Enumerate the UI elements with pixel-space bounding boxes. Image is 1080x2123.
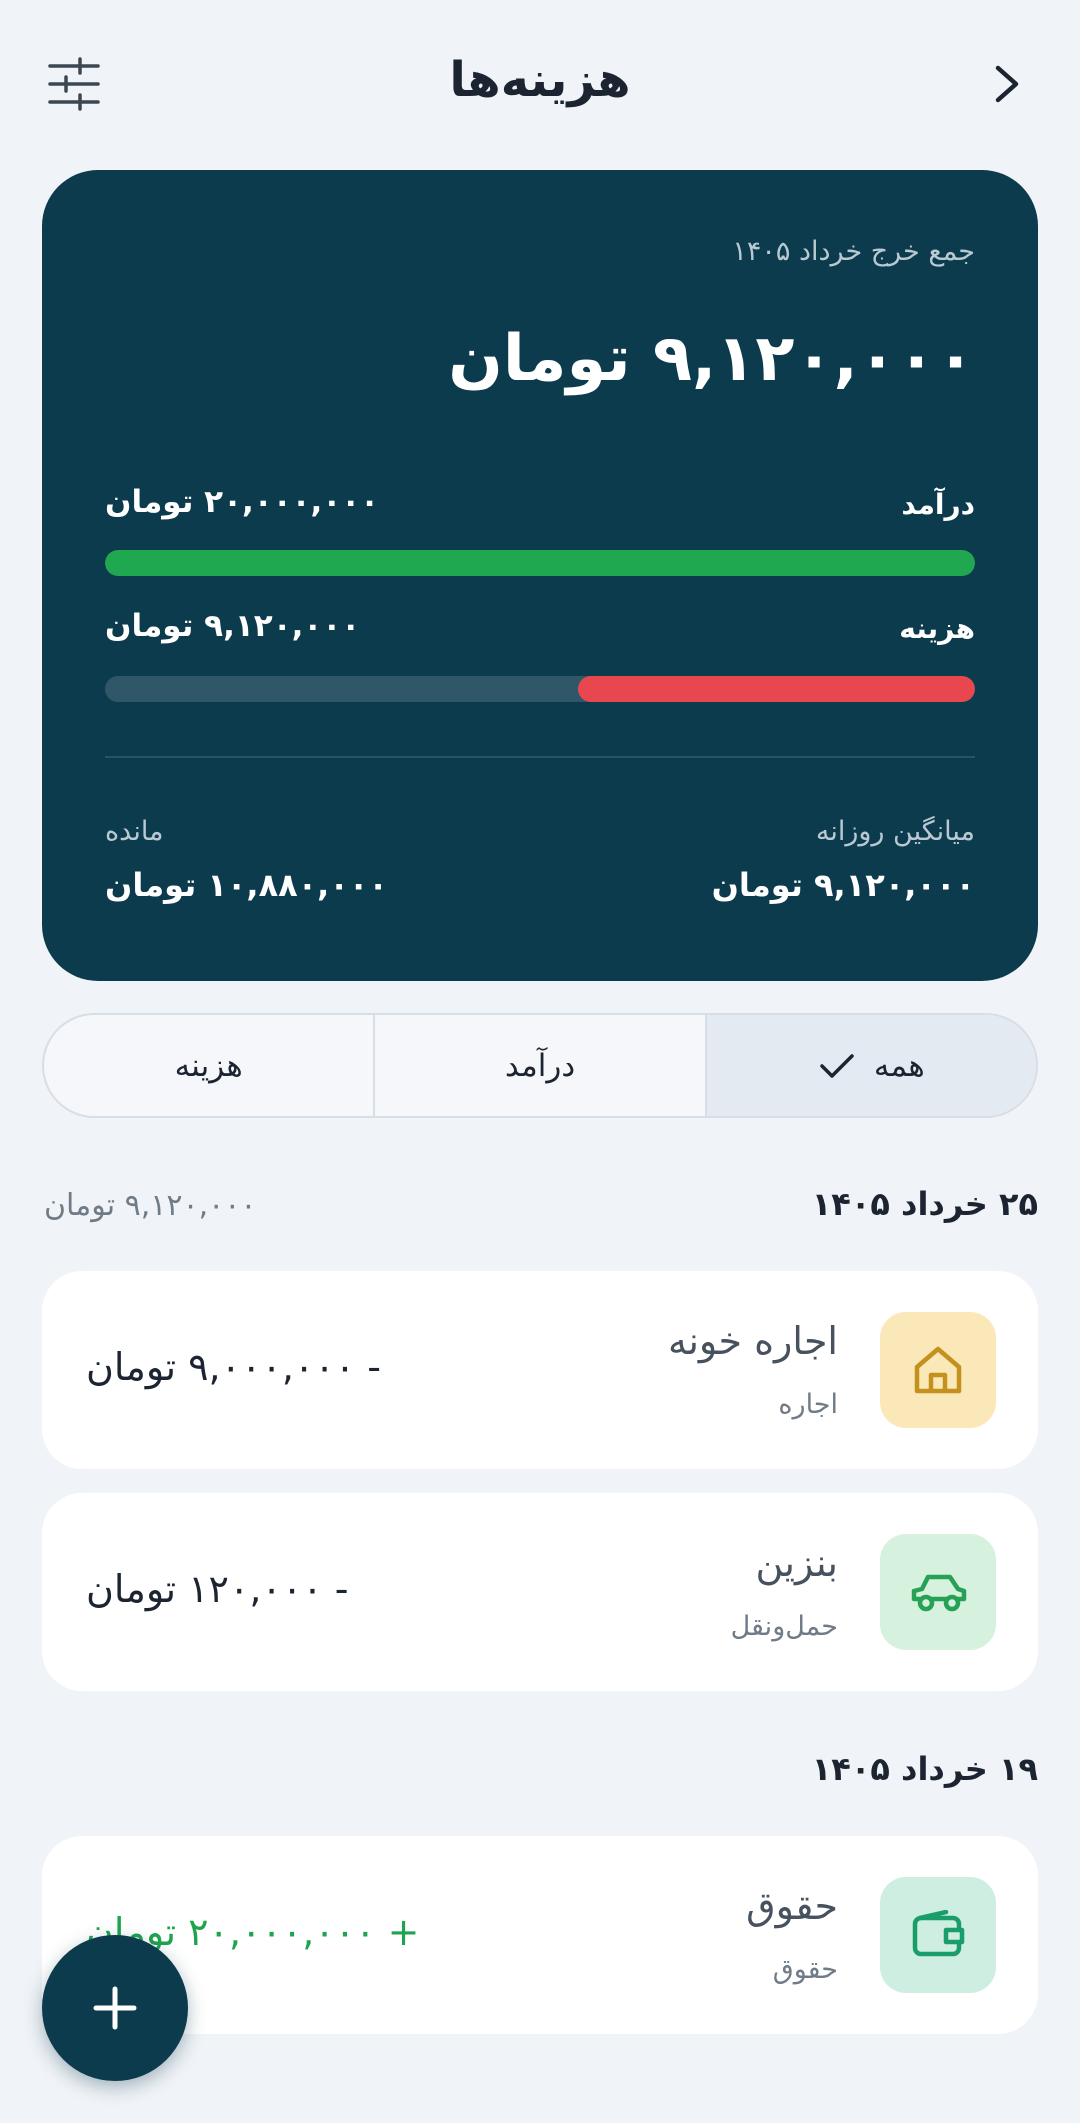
transaction-icon-box [880,1534,996,1650]
summary-caption: جمع خرج خرداد ۱۴۰۵ [732,236,975,267]
expense-amount: ۹,۱۲۰,۰۰۰ تومان [105,608,361,644]
app-header: هزینه‌ها [0,0,1080,170]
transaction-item[interactable]: بنزین حمل‌ونقل - ۱۲۰,۰۰۰ تومان [42,1493,1038,1691]
expense-label: هزینه [899,612,975,645]
tab-label: هزینه [174,1047,243,1084]
home-icon [914,1346,962,1394]
tab-income[interactable]: درآمد [373,1015,704,1116]
income-amount: ۲۰,۰۰۰,۰۰۰ تومان [105,484,380,520]
plus-icon [93,1986,137,2030]
remaining-value: ۱۰,۸۸۰,۰۰۰ تومان [105,866,388,904]
back-button[interactable] [966,44,1046,124]
transaction-amount: - ۹,۰۰۰,۰۰۰ تومان [86,1345,381,1389]
transaction-item[interactable]: حقوق حقوق + ۲۰,۰۰۰,۰۰۰ تومان [42,1836,1038,2034]
check-icon [820,1053,854,1078]
transaction-name: بنزین [755,1541,838,1585]
transaction-amount: - ۱۲۰,۰۰۰ تومان [86,1567,349,1611]
date-header: ۱۹ خرداد ۱۴۰۵ [811,1750,1038,1788]
tab-expense[interactable]: هزینه [44,1015,373,1116]
transaction-category: حمل‌ونقل [730,1611,838,1642]
tab-label: درآمد [504,1047,576,1084]
car-icon [911,1574,967,1612]
summary-total: ۹,۱۲۰,۰۰۰ تومان [448,322,975,396]
tab-label: همه [873,1047,925,1084]
daily-average-label: میانگین روزانه [815,816,975,847]
expense-bar-fill [578,676,975,702]
chevron-right-icon [995,65,1019,103]
filter-tabs: هزینه درآمد همه [42,1013,1038,1118]
transaction-category: حقوق [772,1954,838,1985]
transaction-item[interactable]: اجاره خونه اجاره - ۹,۰۰۰,۰۰۰ تومان [42,1271,1038,1469]
wallet-icon [912,1910,965,1957]
transaction-icon-box [880,1312,996,1428]
expense-bar [105,676,975,702]
page-title: هزینه‌ها [449,52,631,108]
income-label: درآمد [901,488,975,521]
date-header: ۲۵ خرداد ۱۴۰۵ [811,1185,1038,1223]
transaction-name: اجاره خونه [667,1319,838,1363]
transaction-category: اجاره [778,1389,838,1420]
transaction-name: حقوق [746,1884,838,1928]
income-bar [105,550,975,576]
income-bar-fill [105,550,975,576]
daily-average-value: ۹,۱۲۰,۰۰۰ تومان [711,866,975,904]
remaining-label: مانده [105,816,164,847]
summary-divider [105,756,975,758]
add-transaction-button[interactable] [42,1935,188,2081]
tab-all[interactable]: همه [704,1015,1036,1116]
summary-card: جمع خرج خرداد ۱۴۰۵ ۹,۱۲۰,۰۰۰ تومان درآمد… [42,170,1038,981]
transaction-icon-box [880,1877,996,1993]
date-total: ۹,۱۲۰,۰۰۰ تومان [44,1188,257,1223]
